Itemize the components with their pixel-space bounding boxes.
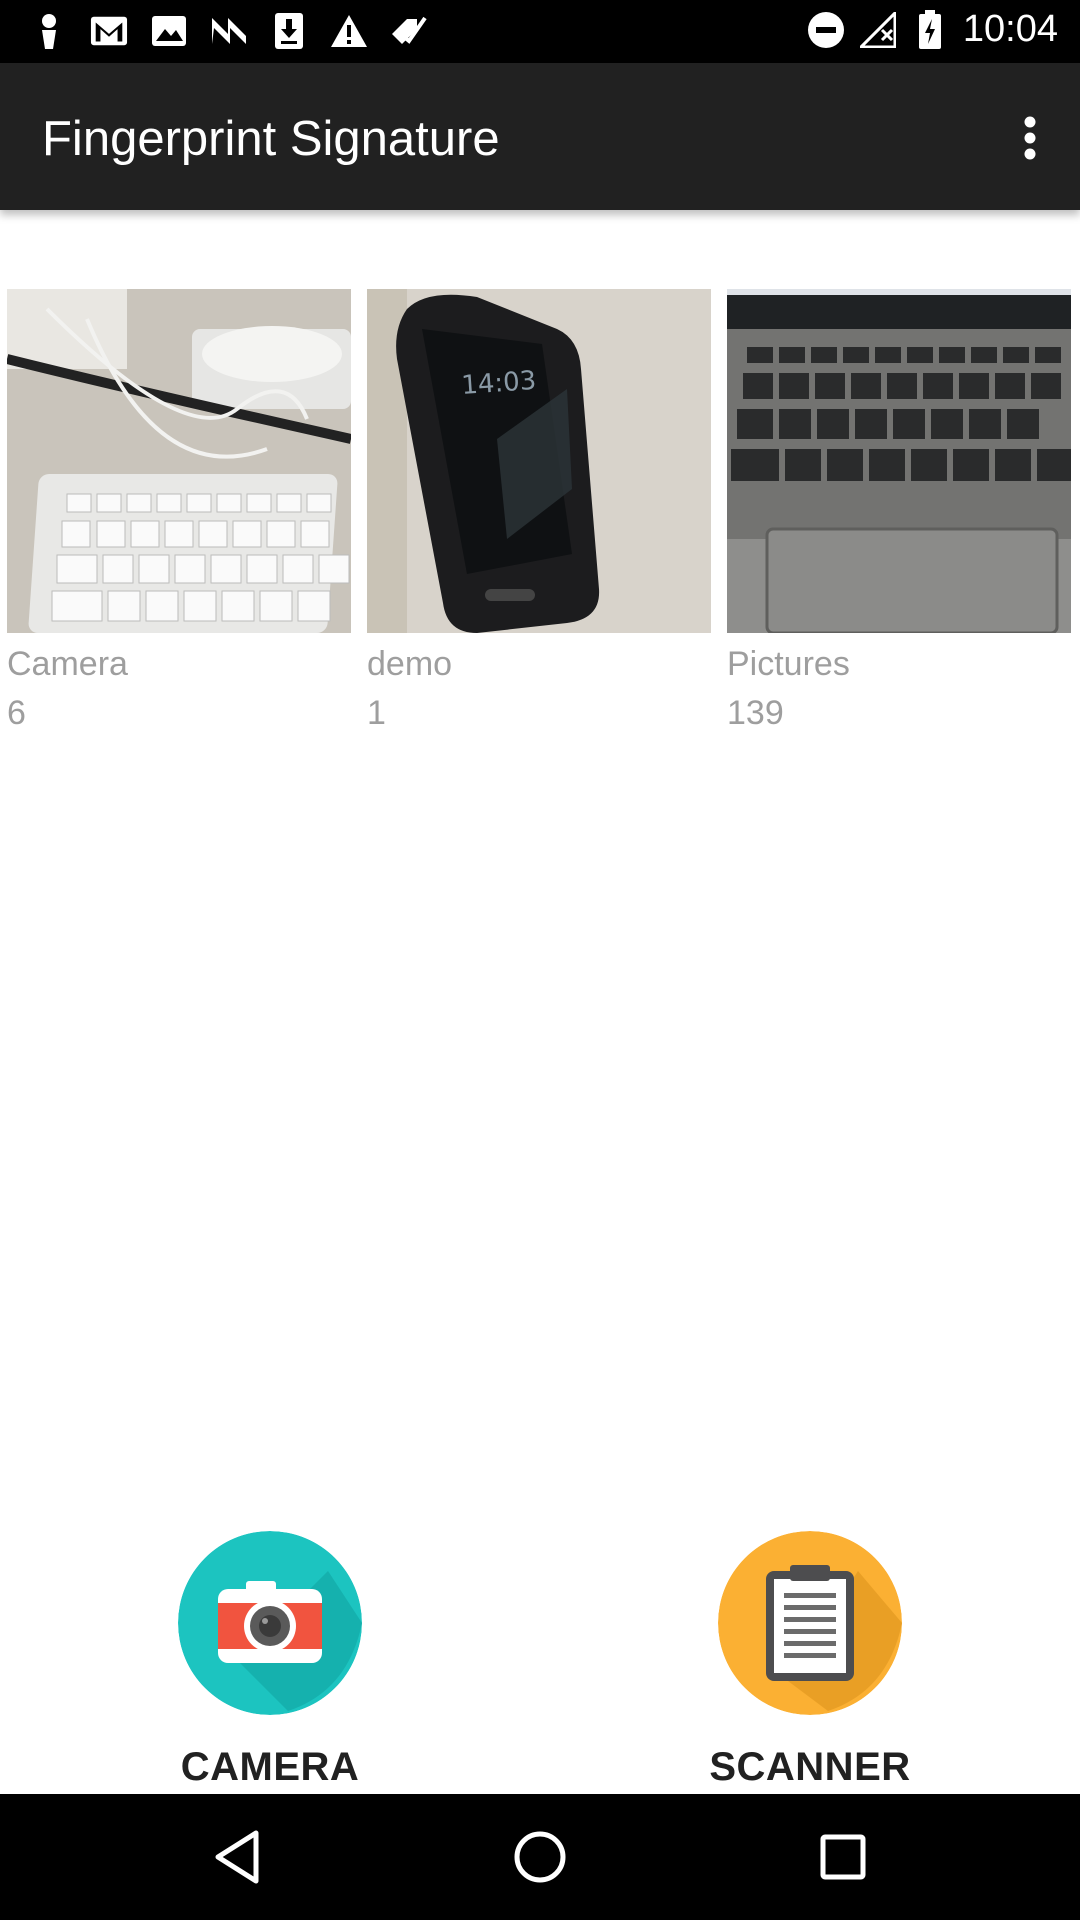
album-camera[interactable]: Camera 6: [7, 289, 351, 739]
camera-button[interactable]: CAMERA: [140, 1531, 400, 1790]
album-count: 6: [7, 694, 26, 732]
overflow-menu-button[interactable]: [1000, 103, 1060, 173]
navigation-bar: [0, 1794, 1080, 1920]
back-icon: [215, 1830, 259, 1884]
system-status: 10:04: [807, 8, 1058, 51]
notification-icons: [30, 12, 428, 50]
more-vert-icon: [1024, 116, 1036, 160]
status-bar: 10:04: [0, 0, 1080, 63]
album-demo[interactable]: 14:03 demo 1: [367, 289, 711, 739]
album-count: 1: [367, 694, 386, 732]
clipboard-icon[interactable]: [718, 1531, 902, 1715]
gmail-icon: [90, 12, 128, 50]
warning-icon: [330, 12, 368, 50]
home-icon: [514, 1831, 566, 1883]
dnd-icon: [807, 11, 845, 49]
album-name: Pictures: [727, 645, 850, 683]
camera-icon[interactable]: [178, 1531, 362, 1715]
n-icon: [210, 12, 248, 50]
download-icon: [270, 12, 308, 50]
page-title: Fingerprint Signature: [42, 112, 500, 166]
scanner-button[interactable]: SCANNER: [680, 1531, 940, 1790]
check-tag-icon: [390, 12, 428, 50]
album-pictures[interactable]: Pictures 139: [727, 289, 1071, 739]
image-icon: [150, 12, 188, 50]
album-count: 139: [727, 694, 784, 732]
clock: 10:04: [962, 8, 1058, 50]
album-name: demo: [367, 645, 453, 683]
album-thumbnail[interactable]: [727, 289, 1071, 633]
album-thumbnail[interactable]: 14:03: [367, 289, 711, 633]
recents-icon: [820, 1834, 866, 1880]
album-name: Camera: [7, 645, 128, 683]
app-bar: Fingerprint Signature: [0, 63, 1080, 210]
no-signal-icon: [859, 11, 897, 49]
home-button[interactable]: [503, 1820, 577, 1894]
back-button[interactable]: [200, 1820, 274, 1894]
battery-icon: [911, 9, 949, 49]
person-icon: [30, 12, 68, 50]
camera-label: CAMERA: [180, 1745, 360, 1789]
album-thumbnail[interactable]: [7, 289, 351, 633]
svg-text:14:03: 14:03: [460, 366, 537, 401]
scanner-label: SCANNER: [709, 1745, 911, 1789]
recents-button[interactable]: [806, 1820, 880, 1894]
